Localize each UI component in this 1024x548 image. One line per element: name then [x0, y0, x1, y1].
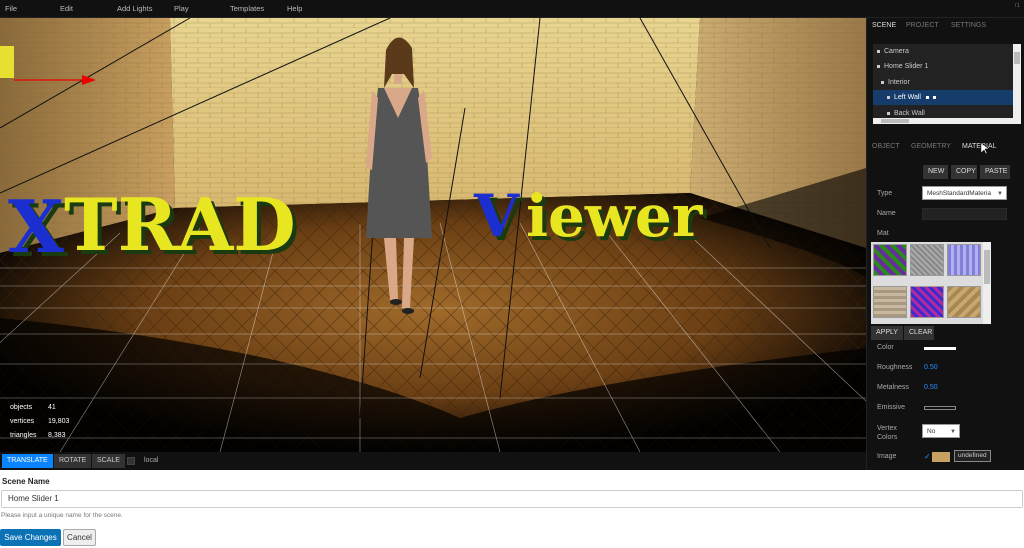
stat-value: 8,383 — [48, 432, 66, 439]
clear-material-button[interactable]: CLEAR — [904, 326, 934, 340]
material-swatch[interactable] — [873, 244, 907, 276]
outliner-item-camera[interactable]: Camera — [873, 44, 1013, 59]
outliner-hscrollbar[interactable] — [873, 118, 1021, 124]
material-scrollbar[interactable] — [983, 242, 991, 324]
bullet-icon — [881, 80, 884, 84]
material-swatch[interactable] — [910, 244, 944, 276]
svg-text:TRAD: TRAD — [64, 182, 296, 267]
rotate-button[interactable]: ROTATE — [54, 454, 92, 468]
scene-name-form: Scene Name Home Slider 1 Please input a … — [0, 470, 1024, 548]
svg-text:iewer: iewer — [526, 182, 704, 250]
tab-material[interactable]: MATERIAL — [962, 143, 997, 150]
menu-templates[interactable]: Templates — [230, 4, 264, 13]
sidebar-panel: SCENE PROJECT SETTINGS Camera Home Slide… — [866, 18, 1024, 470]
vertex-colors-select[interactable]: No ▼ — [922, 424, 960, 438]
save-changes-button[interactable]: Save Changes — [0, 529, 61, 546]
chevron-down-icon: ▼ — [950, 429, 956, 435]
scene-name-help: Please input a unique name for the scene… — [1, 512, 123, 519]
3d-viewport[interactable]: X X TRAD TRAD V V iewer iewer objects 41 — [0, 18, 866, 452]
stat-label: triangles — [10, 432, 37, 439]
menu-bar: File Edit Add Lights Play Templates Help… — [0, 0, 1024, 18]
vertex-colors-value: No — [927, 428, 936, 435]
scroll-thumb[interactable] — [984, 250, 990, 284]
tab-object[interactable]: OBJECT — [872, 143, 900, 150]
material-library[interactable] — [871, 242, 991, 324]
geometry-marker-icon — [925, 95, 929, 99]
local-checkbox[interactable] — [127, 457, 135, 465]
outliner-item-left-wall[interactable]: Left Wall — [873, 90, 1013, 105]
chevron-down-icon: ▼ — [997, 191, 1003, 197]
text-x: X — [8, 184, 64, 269]
stat-value: 19,803 — [48, 418, 70, 425]
outliner-vscrollbar[interactable] — [1013, 44, 1021, 118]
outliner-item-label: Camera — [884, 48, 909, 55]
color-picker[interactable] — [924, 347, 956, 350]
scene-name-title: Scene Name — [2, 477, 50, 486]
version-label: r1 — [1014, 3, 1020, 9]
scene-name-input[interactable]: Home Slider 1 — [1, 490, 1023, 508]
mat-label: Mat — [877, 230, 889, 237]
scroll-thumb[interactable] — [881, 119, 909, 123]
metalness-value[interactable]: 0.50 — [924, 384, 938, 391]
material-swatch[interactable] — [910, 286, 944, 318]
menu-add-lights[interactable]: Add Lights — [117, 4, 152, 13]
material-marker-icon — [932, 95, 936, 99]
outliner-item-home-slider[interactable]: Home Slider 1 — [873, 59, 1013, 74]
material-name-input[interactable] — [922, 208, 1007, 220]
apply-material-button[interactable]: APPLY — [871, 326, 903, 340]
bullet-icon — [877, 49, 880, 53]
transform-toolbar: TRANSLATE ROTATE SCALE local — [0, 452, 866, 470]
copy-material-button[interactable]: COPY — [951, 165, 977, 179]
cancel-button[interactable]: Cancel — [63, 529, 96, 546]
outliner-item-label: Back Wall — [894, 110, 925, 117]
scale-button[interactable]: SCALE — [92, 454, 125, 468]
tab-project[interactable]: PROJECT — [906, 22, 939, 29]
paste-material-button[interactable]: PASTE — [980, 165, 1010, 179]
outliner-item-label: Left Wall — [894, 94, 921, 101]
emissive-color-picker[interactable] — [924, 406, 956, 410]
image-label: Image — [877, 453, 897, 460]
bullet-icon — [877, 64, 880, 68]
roughness-label: Roughness — [877, 364, 913, 371]
vertex-colors-label: Vertex Colors — [877, 425, 898, 441]
menu-edit[interactable]: Edit — [60, 4, 73, 13]
menu-file[interactable]: File — [5, 4, 17, 13]
type-label: Type — [877, 190, 893, 197]
stat-label: objects — [10, 404, 33, 411]
material-swatch[interactable] — [947, 286, 981, 318]
scroll-thumb[interactable] — [1014, 52, 1020, 64]
metalness-label: Metalness — [877, 384, 909, 391]
image-thumbnail[interactable] — [932, 452, 950, 462]
menu-help[interactable]: Help — [287, 4, 302, 13]
translate-button[interactable]: TRANSLATE — [2, 454, 53, 468]
tab-scene[interactable]: SCENE — [872, 22, 896, 29]
material-swatch[interactable] — [873, 286, 907, 318]
local-label: local — [144, 457, 159, 464]
material-swatch[interactable] — [947, 244, 981, 276]
checkmark-icon[interactable]: ✓ — [924, 452, 931, 461]
outliner-item-label: Interior — [888, 79, 910, 86]
emissive-label: Emissive — [877, 404, 906, 411]
scene-outliner[interactable]: Camera Home Slider 1 Interior Left Wall … — [873, 44, 1021, 124]
outliner-item-label: Home Slider 1 — [884, 63, 929, 70]
material-type-select[interactable]: MeshStandardMateria ▼ — [922, 186, 1007, 200]
menu-play[interactable]: Play — [174, 4, 189, 13]
roughness-value[interactable]: 0.50 — [924, 364, 938, 371]
tab-geometry[interactable]: GEOMETRY — [911, 143, 951, 150]
svg-text:V: V — [473, 182, 520, 250]
cursor-icon — [981, 143, 989, 155]
color-label: Color — [877, 344, 894, 351]
stat-value: 41 — [48, 404, 56, 411]
scene-render: X X TRAD TRAD V V iewer iewer — [0, 18, 866, 452]
outliner-item-interior[interactable]: Interior — [873, 75, 1013, 90]
bullet-icon — [887, 111, 890, 115]
tab-settings[interactable]: SETTINGS — [951, 22, 986, 29]
new-material-button[interactable]: NEW — [923, 165, 948, 179]
bullet-icon — [887, 95, 890, 99]
stat-label: vertices — [10, 418, 35, 425]
name-label: Name — [877, 210, 896, 217]
material-type-value: MeshStandardMateria — [927, 190, 991, 197]
image-undefined-badge[interactable]: undefined — [954, 450, 991, 462]
